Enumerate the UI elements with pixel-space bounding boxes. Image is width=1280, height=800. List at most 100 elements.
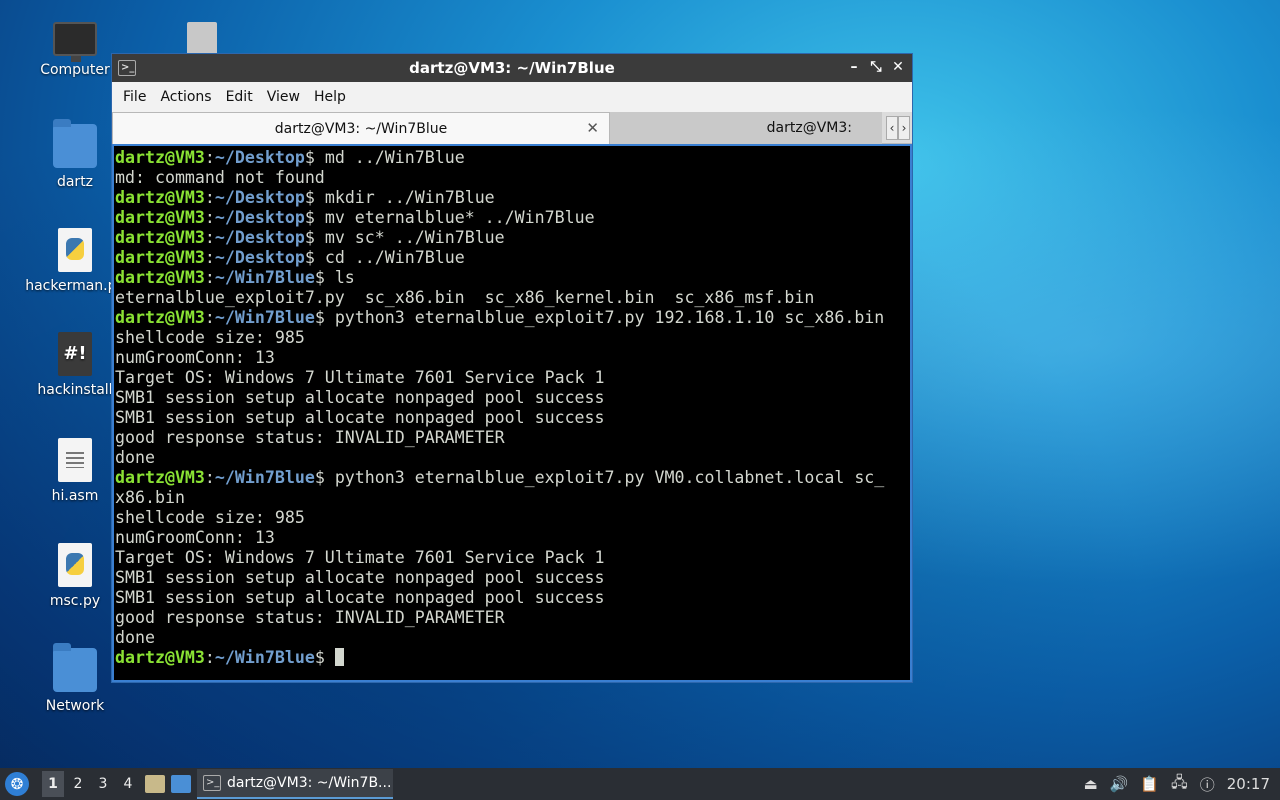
- prompt-user-host: dartz@VM3: [115, 648, 205, 667]
- minimize-button[interactable]: –: [846, 58, 862, 76]
- prompt-separator: :: [204, 268, 215, 287]
- terminal-command-line: dartz@VM3:~/Desktop$ cd ../Win7Blue: [115, 248, 910, 268]
- workspace-2-button[interactable]: 2: [67, 771, 89, 797]
- command-text: cd ../Win7Blue: [314, 248, 465, 267]
- prompt-path: ~/Desktop: [214, 228, 305, 247]
- terminal-output-line: md: command not found: [115, 168, 325, 187]
- prompt-path: ~/Win7Blue: [214, 308, 315, 327]
- prompt-dollar: $: [304, 208, 315, 227]
- prompt-separator: :: [204, 648, 215, 667]
- trash-icon: [187, 22, 217, 56]
- start-menu-icon[interactable]: ❂: [5, 772, 29, 796]
- prompt-separator: :: [204, 208, 215, 227]
- terminal-output-line: numGroomConn: 13: [115, 528, 275, 547]
- menu-file[interactable]: File: [116, 89, 153, 105]
- eject-icon[interactable]: ⏏: [1083, 775, 1097, 793]
- tab-bar: dartz@VM3: ~/Win7Blue ✕ dartz@VM3: ‹ ›: [112, 112, 912, 144]
- prompt-dollar: $: [304, 148, 315, 167]
- terminal-output-line: good response status: INVALID_PARAMETER: [115, 428, 505, 447]
- desktop-icon-label: Network: [45, 698, 105, 714]
- window-titlebar[interactable]: >_ dartz@VM3: ~/Win7Blue – ⤡ ✕: [112, 54, 912, 82]
- terminal-command-line: dartz@VM3:~/Win7Blue$: [115, 648, 910, 668]
- prompt-separator: :: [204, 468, 215, 487]
- prompt-separator: :: [204, 148, 215, 167]
- maximize-button[interactable]: ⤡: [868, 58, 884, 76]
- network-icon[interactable]: 🖧: [1171, 772, 1188, 797]
- text-file-icon: [58, 438, 92, 482]
- workspace-4-button[interactable]: 4: [117, 771, 139, 797]
- menu-edit[interactable]: Edit: [219, 89, 260, 105]
- terminal-output-line: good response status: INVALID_PARAMETER: [115, 608, 505, 627]
- prompt-path: ~/Desktop: [214, 248, 305, 267]
- terminal-output-line: Target OS: Windows 7 Ultimate 7601 Servi…: [115, 548, 605, 567]
- menu-actions[interactable]: Actions: [153, 89, 218, 105]
- tab-active[interactable]: dartz@VM3: ~/Win7Blue ✕: [112, 112, 610, 144]
- command-text: [325, 648, 335, 667]
- terminal-command-line: dartz@VM3:~/Desktop$ mv sc* ../Win7Blue: [115, 228, 910, 248]
- prompt-dollar: $: [314, 648, 325, 667]
- command-text: ls: [324, 268, 355, 287]
- workspace-1-button[interactable]: 1: [42, 771, 64, 797]
- terminal-output-line: SMB1 session setup allocate nonpaged poo…: [115, 568, 605, 587]
- window-title: dartz@VM3: ~/Win7Blue: [409, 59, 615, 77]
- command-text: python3 eternalblue_exploit7.py 192.168.…: [324, 308, 885, 327]
- taskbar-task-terminal[interactable]: >_ dartz@VM3: ~/Win7B...: [197, 769, 393, 799]
- terminal-output-line: done: [115, 448, 155, 467]
- terminal-output[interactable]: dartz@VM3:~/Desktop$ md ../Win7Blue md: c…: [114, 146, 910, 680]
- terminal-output-line: SMB1 session setup allocate nonpaged poo…: [115, 588, 605, 607]
- prompt-separator: :: [204, 188, 215, 207]
- prompt-user-host: dartz@VM3: [115, 208, 205, 227]
- tab-inactive[interactable]: dartz@VM3:: [610, 112, 882, 144]
- prompt-user-host: dartz@VM3: [115, 248, 205, 267]
- python-file-icon: [58, 228, 92, 272]
- prompt-user-host: dartz@VM3: [115, 228, 205, 247]
- clipboard-icon[interactable]: 📋: [1140, 775, 1159, 793]
- prompt-user-host: dartz@VM3: [115, 188, 205, 207]
- workspace-3-button[interactable]: 3: [92, 771, 114, 797]
- system-tray: ⏏ 🔊 📋 🖧 ⓘ 20:17: [1083, 768, 1280, 800]
- terminal-output-line: x86.bin: [115, 488, 185, 507]
- prompt-separator: :: [204, 308, 215, 327]
- terminal-icon: >_: [203, 775, 221, 791]
- prompt-user-host: dartz@VM3: [115, 308, 205, 327]
- terminal-output-line: Target OS: Windows 7 Ultimate 7601 Servi…: [115, 368, 605, 387]
- terminal-output-line: SMB1 session setup allocate nonpaged poo…: [115, 408, 605, 427]
- tab-scroll-right-button[interactable]: ›: [898, 116, 910, 140]
- prompt-path: ~/Win7Blue: [214, 268, 315, 287]
- prompt-dollar: $: [314, 308, 325, 327]
- terminal-command-line: dartz@VM3:~/Win7Blue$ ls: [115, 268, 910, 288]
- terminal-window[interactable]: >_ dartz@VM3: ~/Win7Blue – ⤡ ✕ File Acti…: [111, 53, 913, 683]
- menu-help[interactable]: Help: [307, 89, 353, 105]
- terminal-output-line: numGroomConn: 13: [115, 348, 275, 367]
- prompt-dollar: $: [304, 188, 315, 207]
- command-text: python3 eternalblue_exploit7.py VM0.coll…: [324, 468, 885, 487]
- prompt-dollar: $: [304, 248, 315, 267]
- monitor-icon: [53, 22, 97, 62]
- command-text: md ../Win7Blue: [314, 148, 465, 167]
- prompt-path: ~/Win7Blue: [214, 648, 315, 667]
- terminal-command-line: dartz@VM3:~/Win7Blue$ python3 eternalblu…: [115, 468, 910, 488]
- terminal-icon: >_: [118, 60, 136, 76]
- tab-scroll-left-button[interactable]: ‹: [886, 116, 898, 140]
- prompt-dollar: $: [304, 228, 315, 247]
- terminal-command-line: dartz@VM3:~/Win7Blue$ python3 eternalblu…: [115, 308, 910, 328]
- show-desktop-icon[interactable]: [171, 775, 191, 793]
- file-manager-launcher-icon[interactable]: [145, 775, 165, 793]
- terminal-command-line: dartz@VM3:~/Desktop$ mv eternalblue* ../…: [115, 208, 910, 228]
- terminal-output-line: eternalblue_exploit7.py sc_x86.bin sc_x8…: [115, 288, 815, 307]
- tab-close-icon[interactable]: ✕: [586, 119, 599, 137]
- clock[interactable]: 20:17: [1227, 775, 1270, 793]
- python-file-icon: [58, 543, 92, 587]
- tab-label: dartz@VM3: ~/Win7Blue: [274, 120, 448, 137]
- taskbar: ❂ 1 2 3 4 >_ dartz@VM3: ~/Win7B... ⏏ 🔊 📋…: [0, 768, 1280, 800]
- menu-view[interactable]: View: [260, 89, 307, 105]
- close-button[interactable]: ✕: [890, 58, 906, 76]
- command-text: mv sc* ../Win7Blue: [314, 228, 505, 247]
- volume-icon[interactable]: 🔊: [1110, 775, 1129, 793]
- prompt-separator: :: [204, 228, 215, 247]
- prompt-user-host: dartz@VM3: [115, 268, 205, 287]
- tab-label: dartz@VM3:: [766, 120, 852, 136]
- terminal-output-line: shellcode size: 985: [115, 328, 305, 347]
- terminal-output-line: shellcode size: 985: [115, 508, 305, 527]
- update-icon[interactable]: ⓘ: [1200, 774, 1215, 795]
